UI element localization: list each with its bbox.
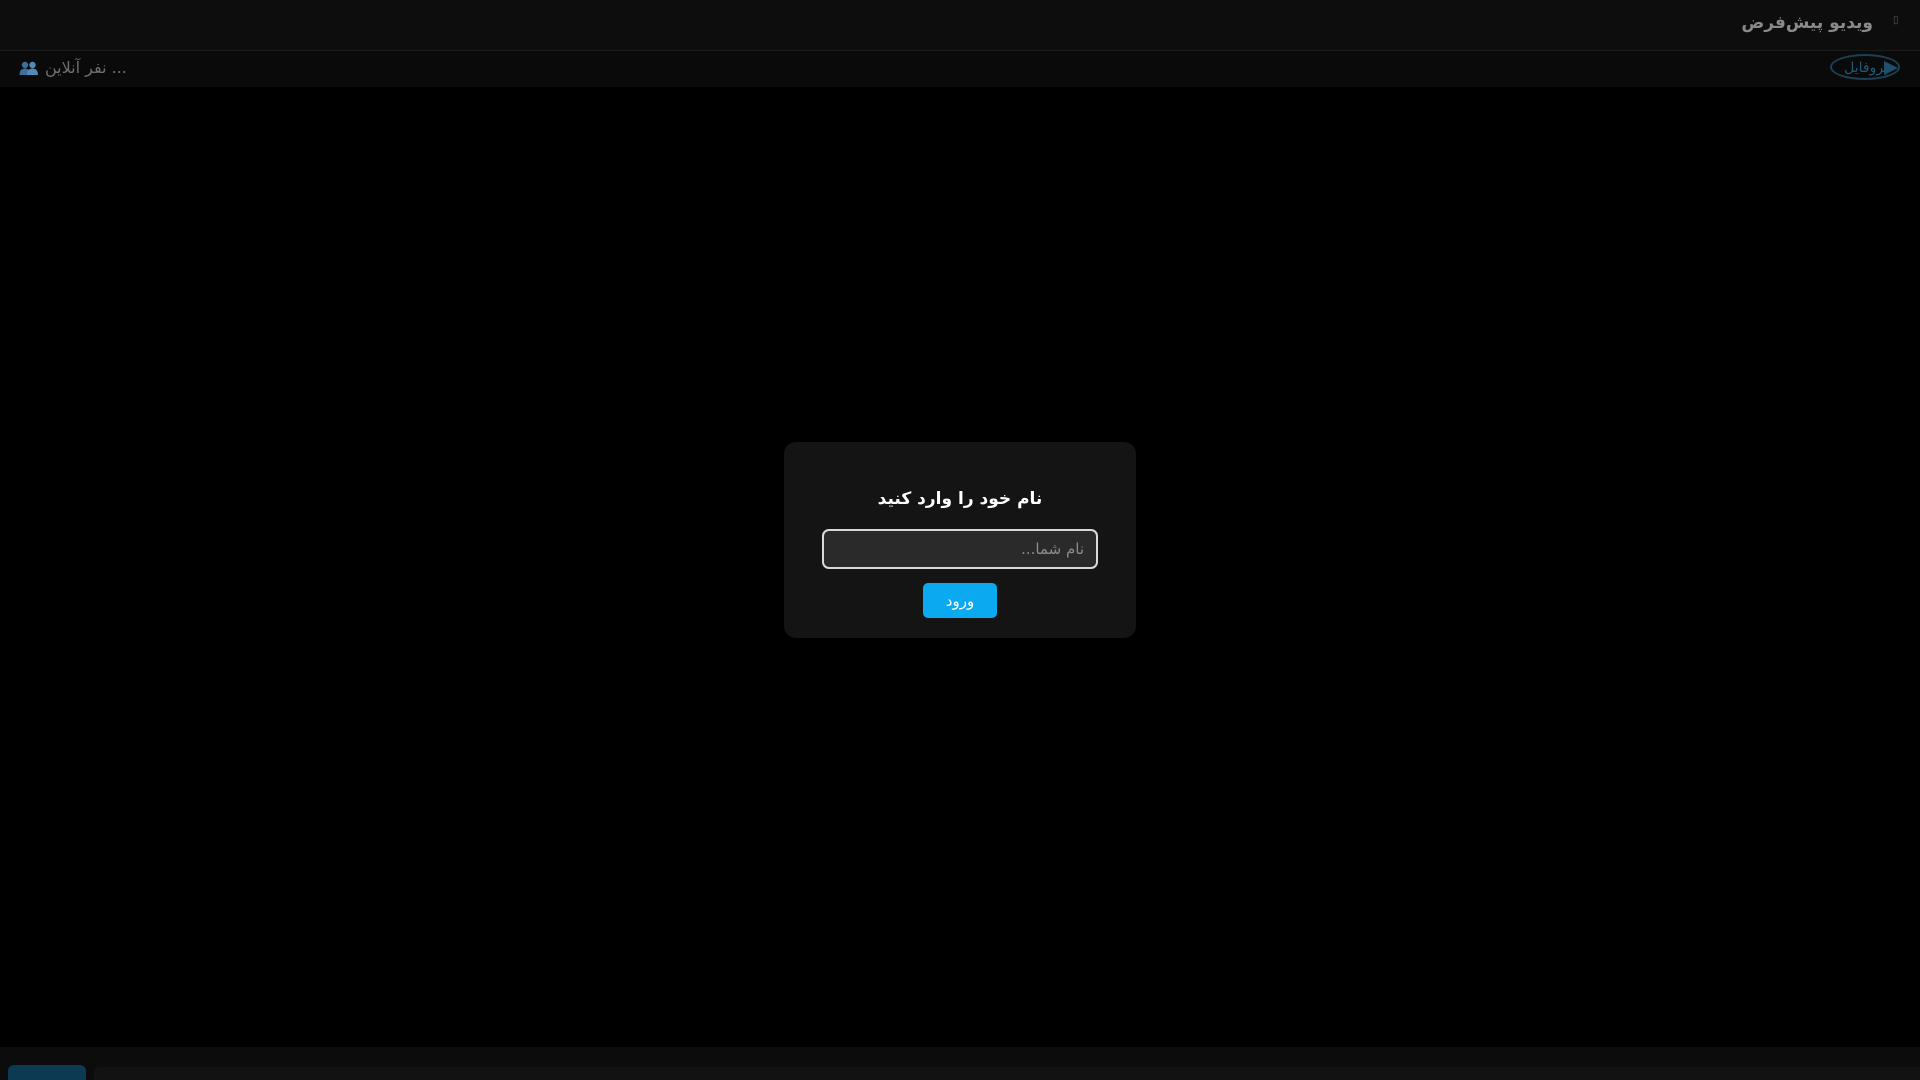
bottom-bar xyxy=(0,1047,1920,1080)
logo-text: پروفایل xyxy=(1844,60,1888,76)
online-count: ... نفر آنلاین xyxy=(19,58,127,77)
page-title: ویدیو پیش‌فرض xyxy=(1741,13,1873,33)
top-toolbar: پروفایل ... نفر آنلاین xyxy=(0,51,1920,87)
bottom-action-button[interactable] xyxy=(8,1065,86,1080)
menu-dot-icon[interactable]: ▯ xyxy=(1893,16,1899,26)
name-input[interactable] xyxy=(822,529,1098,569)
play-icon xyxy=(1884,61,1898,75)
dialog-title: نام خود را وارد کنید xyxy=(877,489,1043,509)
name-dialog: نام خود را وارد کنید ورود xyxy=(784,442,1136,638)
bottom-panel xyxy=(94,1067,1920,1080)
title-bar: ویدیو پیش‌فرض ▯ xyxy=(0,0,1920,51)
people-icon xyxy=(19,60,39,76)
logo[interactable]: پروفایل xyxy=(1830,54,1900,80)
online-count-label: ... نفر آنلاین xyxy=(45,58,127,77)
app-page: ویدیو پیش‌فرض ▯ پروفایل ... نفر آنلاین ن… xyxy=(0,0,1920,1080)
enter-button[interactable]: ورود xyxy=(923,583,997,618)
